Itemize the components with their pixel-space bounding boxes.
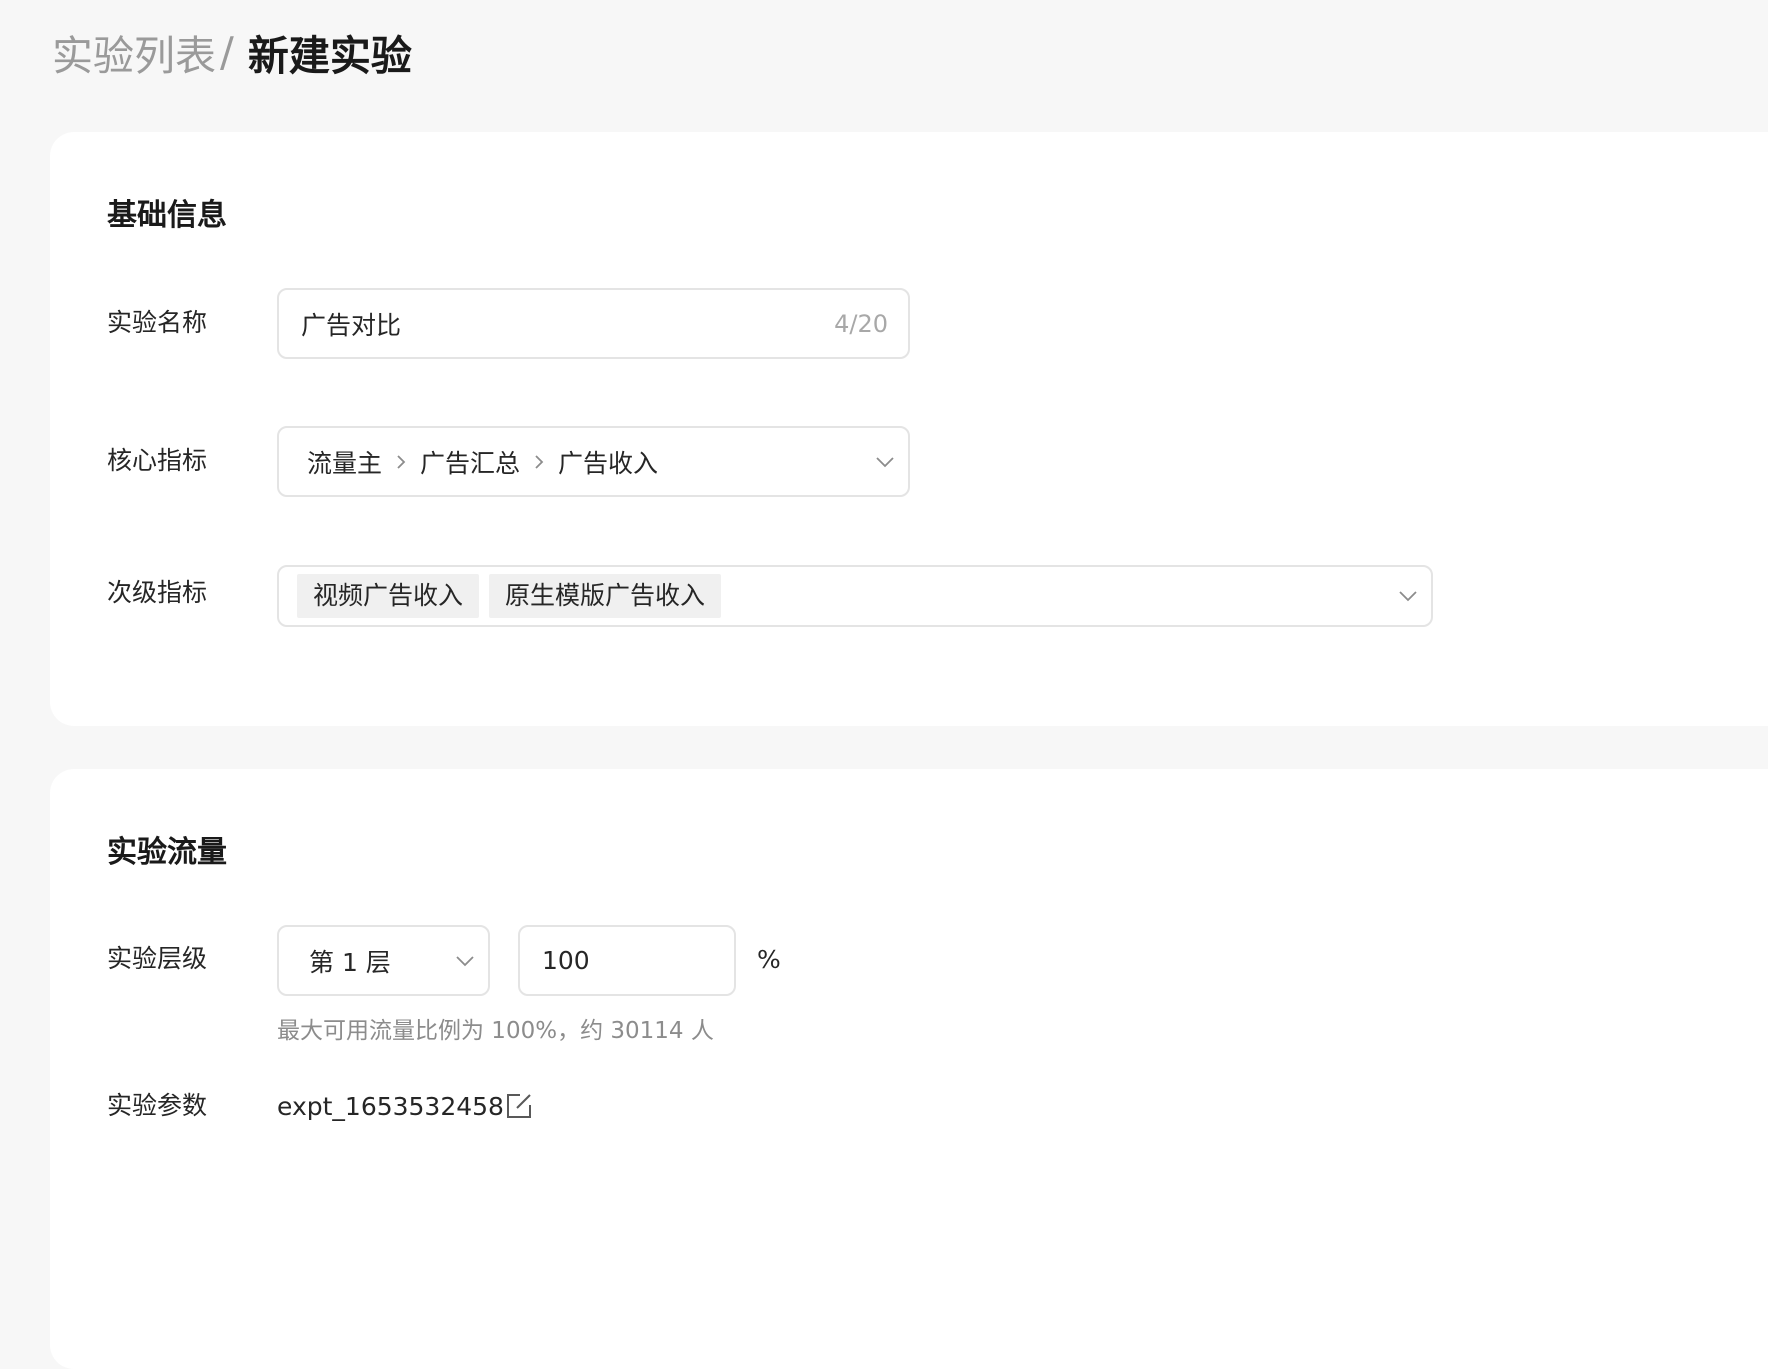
chevron-down-icon bbox=[1399, 591, 1417, 602]
page-title: 新建实验 bbox=[247, 32, 412, 80]
experiment-layer-selected-value: 第 1 层 bbox=[309, 947, 391, 977]
traffic-percent-input[interactable] bbox=[542, 946, 714, 975]
secondary-metric-tag[interactable]: 视频广告收入 bbox=[297, 574, 480, 618]
experiment-layer-select[interactable]: 第 1 层 bbox=[277, 925, 490, 996]
chevron-right-icon bbox=[535, 454, 544, 469]
chevron-down-icon bbox=[876, 456, 894, 467]
breadcrumb: 实验列表 / 新建实验 bbox=[52, 22, 412, 82]
experiment-traffic-title: 实验流量 bbox=[107, 835, 227, 870]
experiment-traffic-card: 实验流量 实验层级 第 1 层 % 最大可用流量比例为 100%，约 30114… bbox=[50, 769, 1768, 1369]
secondary-metrics-select[interactable]: 视频广告收入 原生模版广告收入 bbox=[277, 565, 1433, 627]
experiment-name-label: 实验名称 bbox=[107, 308, 208, 337]
percent-unit: % bbox=[757, 945, 781, 974]
experiment-param-value: expt_1653532458 bbox=[277, 1092, 504, 1121]
experiment-name-field[interactable]: 4/20 bbox=[277, 288, 910, 359]
chevron-right-icon bbox=[397, 454, 406, 469]
basic-info-title: 基础信息 bbox=[107, 198, 227, 233]
edit-icon[interactable] bbox=[504, 1091, 534, 1121]
core-metric-path-level-1: 流量主 bbox=[307, 448, 383, 478]
experiment-name-input[interactable] bbox=[301, 309, 823, 338]
core-metric-select[interactable]: 流量主 广告汇总 广告收入 bbox=[277, 426, 910, 497]
traffic-percent-field[interactable] bbox=[518, 925, 736, 996]
breadcrumb-experiment-list-link[interactable]: 实验列表 bbox=[52, 22, 216, 82]
chevron-down-icon bbox=[456, 955, 474, 966]
breadcrumb-separator: / bbox=[220, 28, 234, 76]
basic-info-card: 基础信息 实验名称 4/20 核心指标 流量主 广告汇总 广告收入 次级指标 视… bbox=[50, 132, 1768, 726]
experiment-layer-label: 实验层级 bbox=[107, 944, 208, 973]
core-metric-path-level-3: 广告收入 bbox=[558, 448, 659, 478]
traffic-availability-hint: 最大可用流量比例为 100%，约 30114 人 bbox=[277, 1018, 714, 1044]
experiment-param-label: 实验参数 bbox=[107, 1091, 208, 1120]
core-metric-label: 核心指标 bbox=[107, 446, 208, 475]
core-metric-path-level-2: 广告汇总 bbox=[420, 448, 521, 478]
secondary-metrics-label: 次级指标 bbox=[107, 578, 208, 607]
experiment-name-char-counter: 4/20 bbox=[834, 309, 888, 338]
secondary-metric-tag[interactable]: 原生模版广告收入 bbox=[489, 574, 722, 618]
